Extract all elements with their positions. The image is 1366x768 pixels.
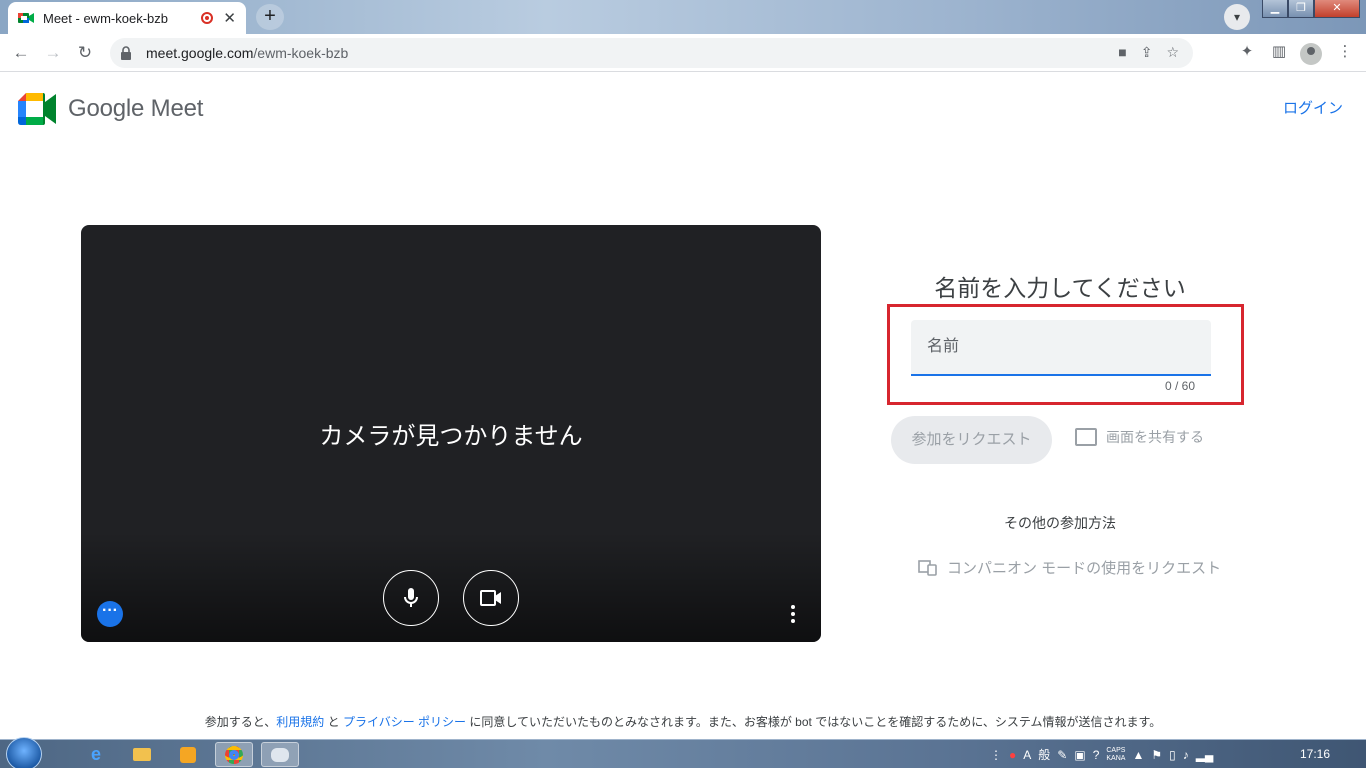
kana-label: KANA [1106, 754, 1126, 762]
share-icon[interactable]: ⇪ [1141, 44, 1153, 61]
microphone-icon [404, 588, 418, 607]
present-screen-icon [1075, 428, 1097, 446]
system-clock[interactable]: 17:16 [1300, 747, 1330, 761]
camera-icon [480, 590, 501, 606]
tab-search-chevron-icon[interactable]: ▾ [1224, 4, 1250, 30]
browser-tab-strip: Meet - ewm-koek-bzb ✕ + ▾ ▁ ❐ ✕ [0, 0, 1366, 34]
address-bar[interactable]: meet.google.com/ewm-koek-bzb ■ ⇪ ☆ [110, 38, 1193, 68]
ime-mode[interactable]: A [1023, 748, 1031, 762]
meet-favicon-icon [18, 13, 34, 23]
recording-indicator-icon [201, 12, 214, 24]
other-join-methods-heading: その他の参加方法 [1004, 515, 1116, 531]
close-window-icon[interactable]: ✕ [1314, 0, 1360, 18]
microphone-button[interactable] [383, 570, 439, 626]
caps-kana-indicator: CAPS KANA [1106, 747, 1125, 763]
bookmark-star-icon[interactable]: ☆ [1166, 44, 1179, 61]
meet-logo-icon [18, 93, 56, 125]
google-meet-logo[interactable]: Google Meet [18, 93, 203, 125]
media-player-icon[interactable] [169, 742, 207, 767]
tab-close-icon[interactable]: ✕ [223, 9, 236, 27]
side-panel-icon[interactable]: ▥ [1268, 42, 1290, 64]
internet-explorer-icon[interactable]: e [77, 742, 115, 767]
restore-icon[interactable]: ❐ [1288, 0, 1314, 18]
reload-icon[interactable]: ↻ [72, 40, 98, 66]
name-prompt-heading: 名前を入力してください [934, 275, 1186, 301]
companion-mode-button[interactable]: コンパニオン モードの使用をリクエスト [918, 557, 1221, 578]
more-effects-icon[interactable]: ··· [97, 601, 123, 627]
companion-mode-label: コンパニオン モードの使用をリクエスト [947, 560, 1222, 577]
privacy-link[interactable]: プライバシー ポリシー [343, 715, 466, 729]
new-tab-button[interactable]: + [256, 4, 284, 30]
show-hidden-icons-icon[interactable]: ▲ [1132, 748, 1144, 762]
file-explorer-icon[interactable] [123, 742, 161, 767]
more-options-icon[interactable] [781, 602, 805, 626]
window-controls: ▁ ❐ ✕ [1262, 0, 1360, 18]
companion-device-icon [918, 559, 937, 576]
ime-dictionary-icon[interactable]: ▣ [1074, 748, 1085, 762]
terms-link[interactable]: 利用規約 [276, 715, 324, 729]
system-tray: ⋮ ● A 般 ✎ ▣ ? CAPS KANA ▲ ⚑ ▯ ♪ ▂▄ [990, 740, 1213, 768]
footer-and: と [327, 715, 340, 729]
volume-icon[interactable]: ♪ [1183, 748, 1189, 762]
name-input[interactable] [911, 320, 1211, 376]
browser-menu-icon[interactable]: ⋮ [1334, 42, 1356, 64]
paint-taskbar-icon[interactable] [261, 742, 299, 767]
tray-grip-icon: ⋮ [990, 747, 1002, 762]
help-icon[interactable]: ? [1093, 748, 1100, 762]
login-link[interactable]: ログイン [1283, 97, 1343, 118]
profile-avatar[interactable] [1300, 43, 1322, 65]
legal-footer: 参加すると、利用規約 と プライバシー ポリシー に同意していただいたものとみな… [0, 713, 1366, 730]
browser-toolbar: ← → ↻ meet.google.com/ewm-koek-bzb ■ ⇪ ☆… [0, 34, 1366, 72]
no-camera-message: カメラが見つかりません [319, 423, 583, 450]
footer-prefix: 参加すると、 [204, 715, 277, 729]
tab-title: Meet - ewm-koek-bzb [43, 10, 168, 26]
url-path: /ewm-koek-bzb [253, 45, 349, 61]
action-center-flag-icon[interactable]: ⚑ [1151, 748, 1162, 762]
chrome-taskbar-icon[interactable] [215, 742, 253, 767]
video-preview: カメラが見つかりません ··· [81, 225, 821, 642]
camera-button[interactable] [463, 570, 519, 626]
url-host: meet.google.com [146, 45, 254, 61]
share-screen-button[interactable]: 画面を共有する [1075, 427, 1204, 447]
ime-status-icon[interactable]: ● [1009, 748, 1016, 762]
minimize-icon[interactable]: ▁ [1262, 0, 1288, 18]
preview-gradient [81, 532, 821, 642]
browser-tab[interactable]: Meet - ewm-koek-bzb ✕ [8, 2, 246, 34]
windows-start-icon[interactable] [6, 737, 42, 768]
footer-suffix: に同意していただいたものとみなされます。また、お客様が bot ではないことを確… [469, 715, 1162, 729]
request-to-join-button[interactable]: 参加をリクエスト [891, 416, 1052, 464]
ime-kanji[interactable]: 般 [1038, 746, 1050, 763]
extensions-puzzle-icon[interactable]: ✦ [1236, 42, 1258, 64]
meet-page: Google Meet ログイン カメラが見つかりません ··· 名前を入力して… [0, 73, 1366, 739]
network-signal-icon[interactable]: ▂▄ [1196, 748, 1214, 762]
forward-arrow-icon[interactable]: → [40, 40, 66, 66]
camera-blocked-icon[interactable]: ■ [1118, 44, 1126, 61]
character-counter: 0 / 60 [1164, 379, 1195, 393]
windows-taskbar: e ⋮ ● A 般 ✎ ▣ ? CAPS KANA ▲ ⚑ ▯ ♪ ▂▄ 17:1… [0, 737, 1366, 768]
lock-icon [121, 46, 131, 60]
share-screen-label: 画面を共有する [1106, 429, 1204, 445]
brand-name: Google Meet [68, 95, 204, 122]
caps-label: CAPS [1106, 746, 1126, 754]
ime-tool-icon[interactable]: ✎ [1057, 748, 1067, 762]
device-icon[interactable]: ▯ [1169, 748, 1176, 762]
back-arrow-icon[interactable]: ← [8, 40, 34, 66]
